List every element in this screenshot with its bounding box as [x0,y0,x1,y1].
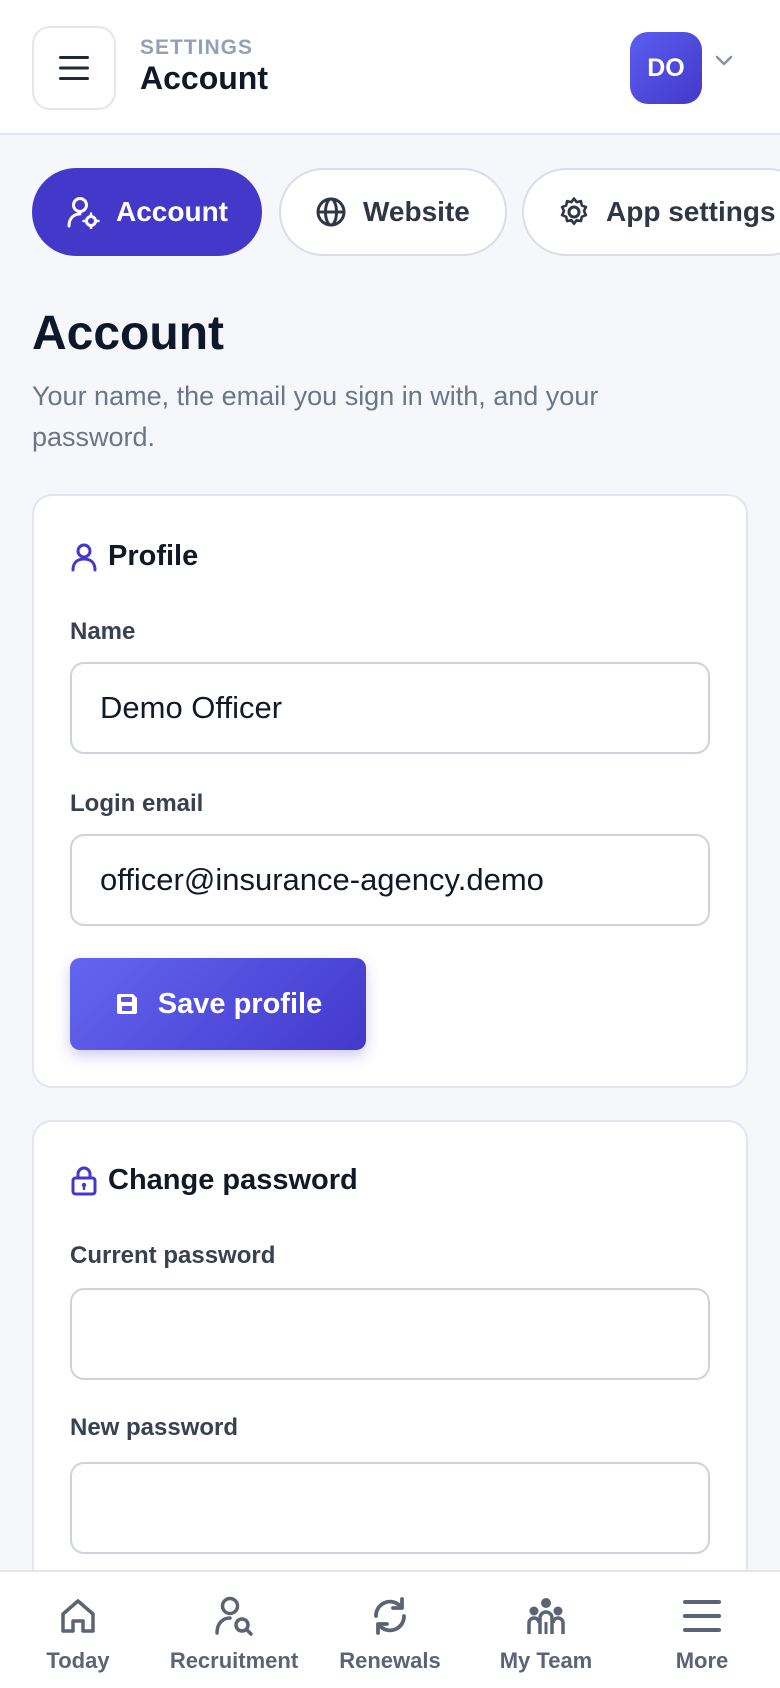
settings-tabs: Account Website App settings [32,168,780,256]
name-field[interactable] [70,662,710,754]
save-icon [116,994,137,1014]
current-password-field[interactable] [70,1288,710,1380]
tab-website-label: Website [363,196,470,227]
page-description: Your name, the email you sign in with, a… [32,381,599,452]
lock-icon [71,1166,97,1195]
current-password-label: Current password [70,1242,276,1269]
avatar[interactable]: DO [630,32,702,104]
hamburger-icon [59,56,89,80]
login-email-label: Login email [70,790,204,817]
profile-heading: Profile [70,540,198,573]
page-title: Account [32,307,224,360]
nav-item-recruitment[interactable]: Recruitment [156,1572,312,1688]
globe-icon [316,197,346,227]
nav-item-today[interactable]: Today [0,1572,156,1688]
save-profile-label: Save profile [157,987,323,1020]
top-bar: SETTINGS Account DO [0,0,780,135]
password-heading: Change password [70,1164,358,1197]
user-gear-icon [67,197,100,229]
header-eyebrow: SETTINGS [140,36,254,59]
nav-item-more[interactable]: More [624,1572,780,1688]
nav-label-today: Today [46,1648,110,1673]
profile-card: Profile Name Login email Save profile [32,494,748,1088]
nav-label-my-team: My Team [499,1648,593,1673]
nav-label-recruitment: Recruitment [169,1648,299,1673]
nav-item-renewals[interactable]: Renewals [312,1572,468,1688]
bottom-nav: Today Recruitment Renewals My Team More [0,1570,780,1688]
password-heading-text: Change password [108,1164,358,1196]
nav-label-more: More [675,1648,729,1673]
menu-icon [683,1600,721,1632]
save-profile-button[interactable]: Save profile [70,958,366,1050]
password-card: Change password Current password New pas… [32,1120,748,1640]
tab-account-label: Account [116,196,228,227]
new-password-label: New password [70,1414,239,1441]
menu-button[interactable] [32,26,116,110]
tab-app-settings[interactable]: App settings [522,168,780,256]
name-label: Name [70,618,136,645]
team-icon [527,1598,565,1634]
home-icon [61,1599,95,1633]
nav-item-my-team[interactable]: My Team [468,1572,624,1688]
profile-heading-text: Profile [108,540,199,572]
tab-website[interactable]: Website [279,168,507,256]
header-title: Account [140,60,268,96]
refresh-icon [374,1597,406,1635]
user-icon [71,543,97,571]
tab-app-settings-label: App settings [606,196,776,227]
chevron-down-icon[interactable] [714,54,734,68]
tab-account[interactable]: Account [32,168,262,256]
login-email-field[interactable] [70,834,710,926]
nav-label-renewals: Renewals [339,1648,441,1673]
new-password-field[interactable] [70,1462,710,1554]
gear-icon [560,197,588,225]
user-search-icon [215,1596,253,1636]
